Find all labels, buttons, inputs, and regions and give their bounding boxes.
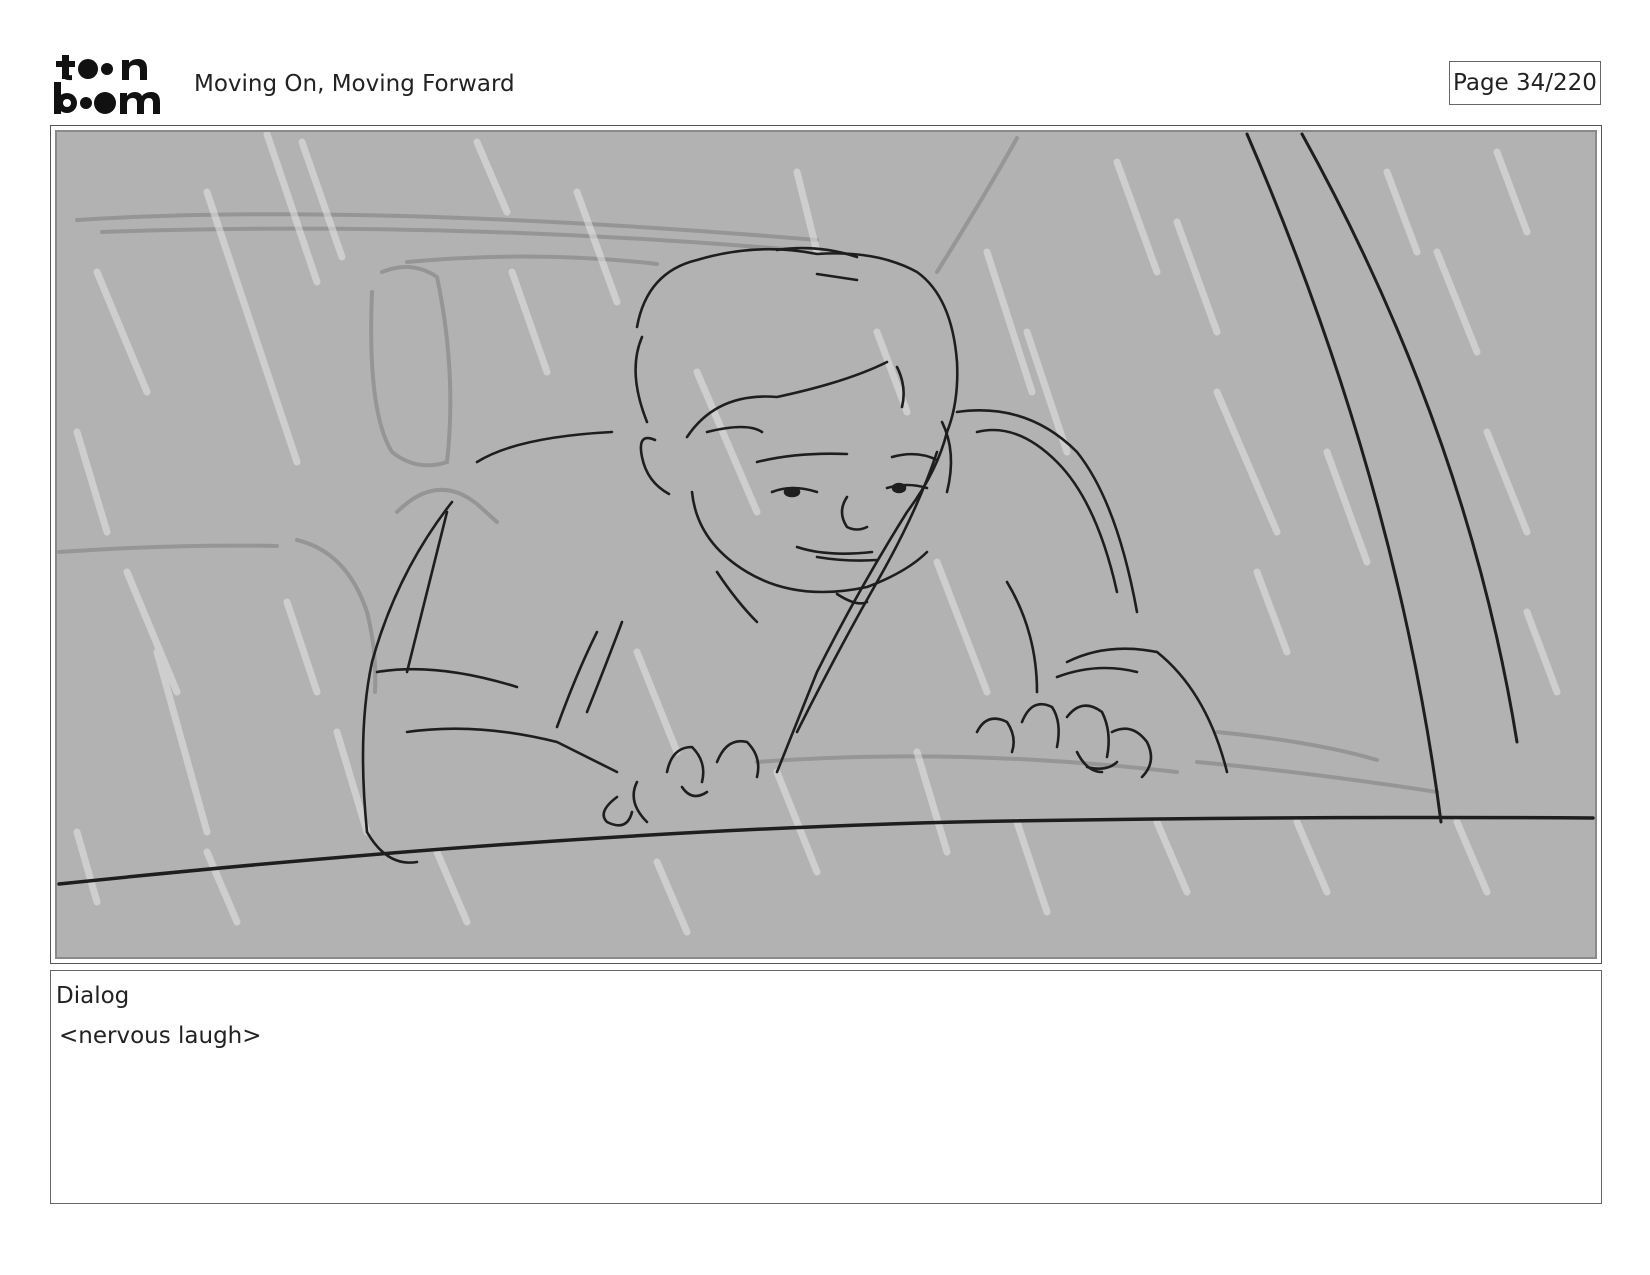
storyboard-panel-frame xyxy=(50,125,1602,964)
storyboard-sketch xyxy=(57,132,1595,936)
document-title: Moving On, Moving Forward xyxy=(194,71,515,97)
toon-boom-logo xyxy=(52,52,170,116)
dialog-label: Dialog xyxy=(56,983,130,1009)
dialog-text: <nervous laugh> xyxy=(59,1023,262,1049)
dialog-box: Dialog <nervous laugh> xyxy=(50,970,1602,1204)
storyboard-panel-image xyxy=(55,130,1597,959)
page-indicator: Page 34/220 xyxy=(1449,61,1601,105)
